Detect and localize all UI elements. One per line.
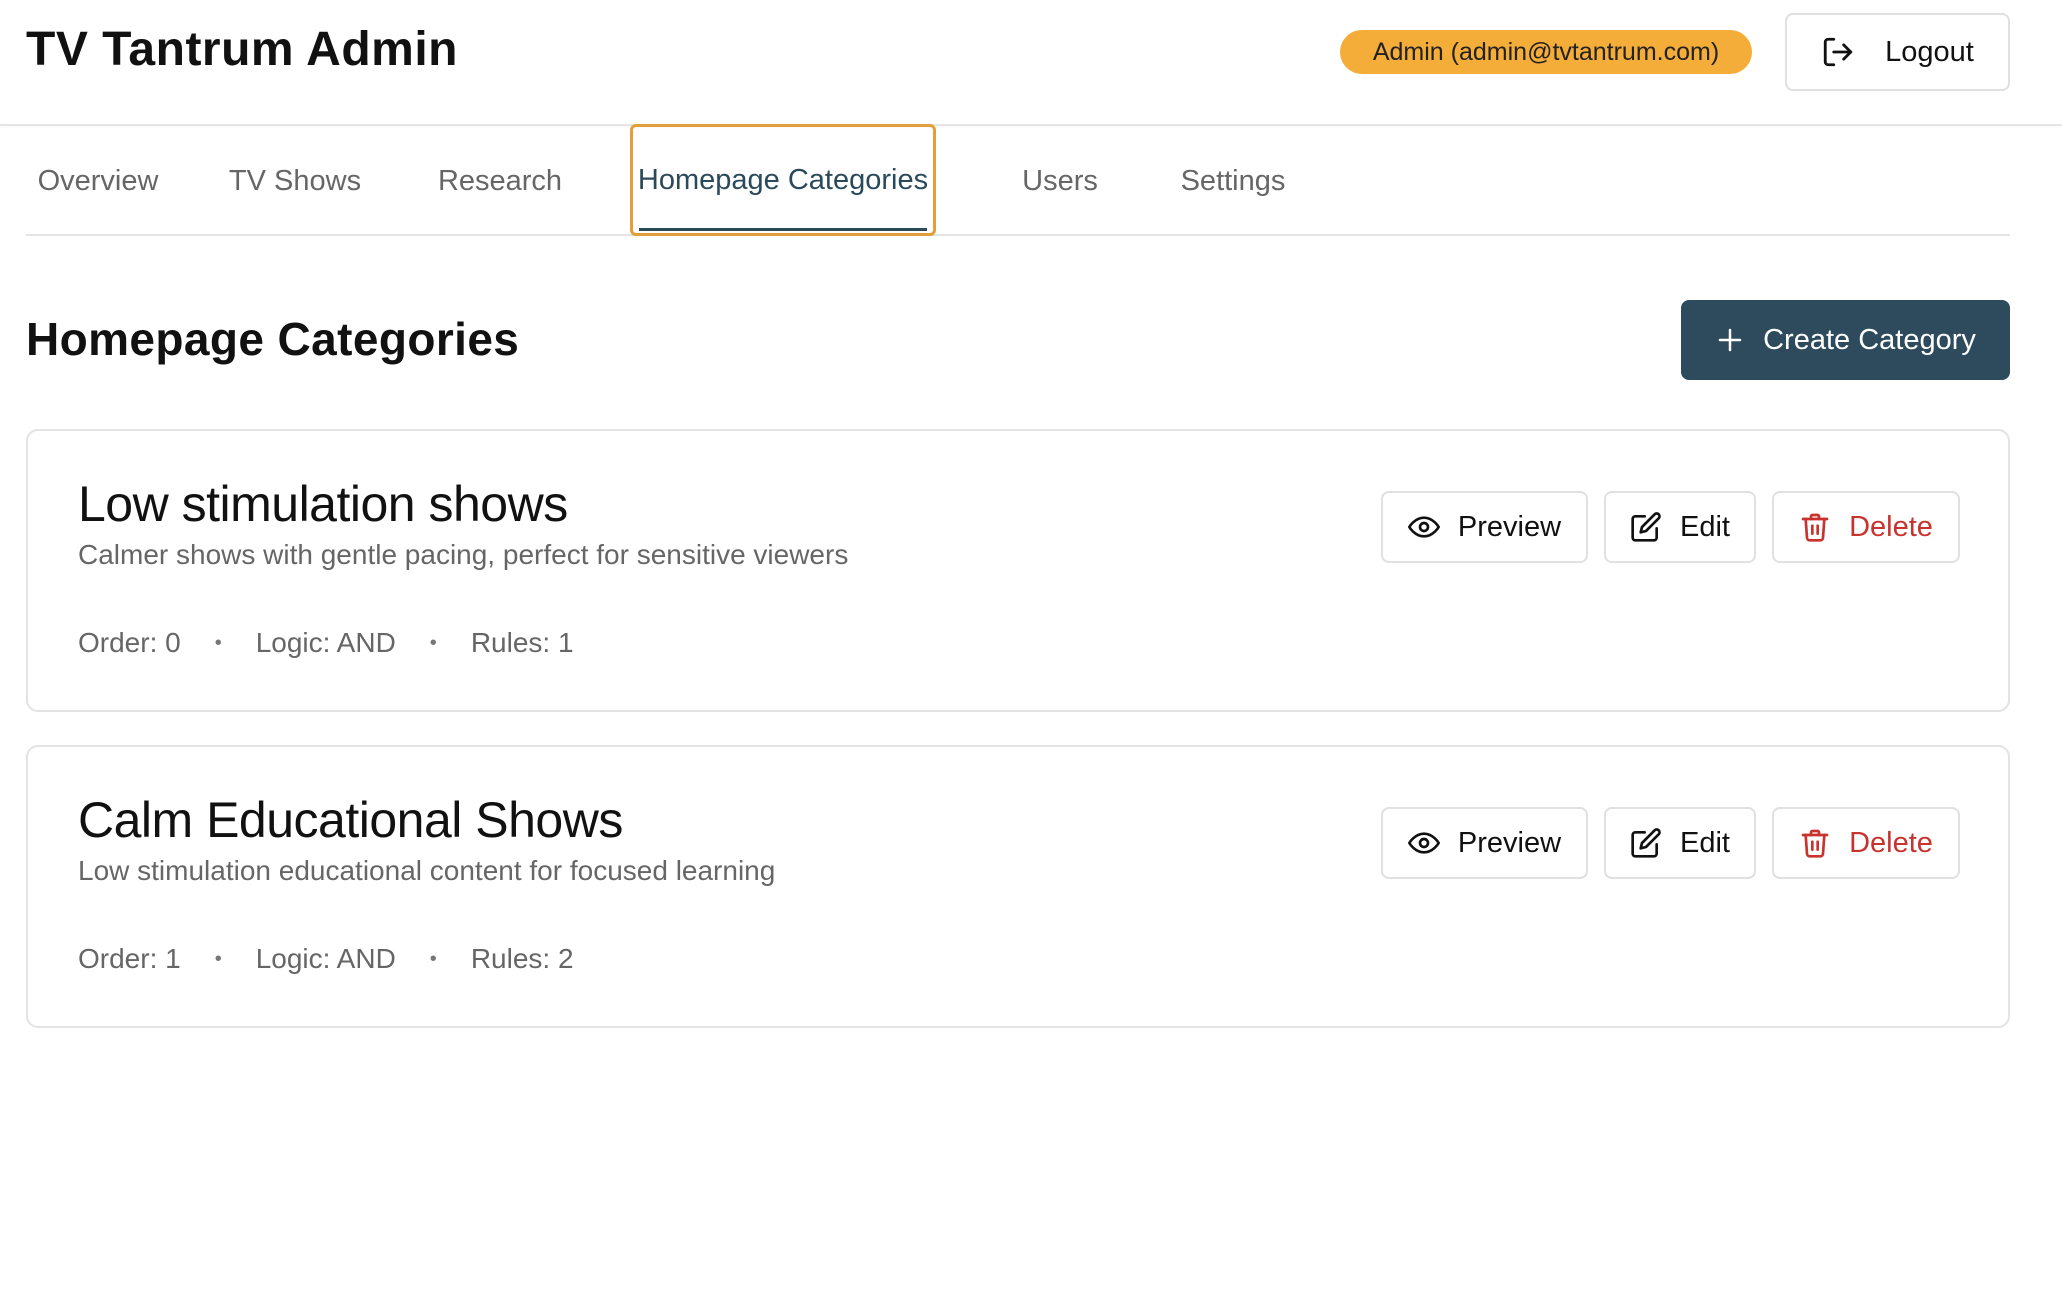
logout-button[interactable]: Logout bbox=[1785, 13, 2010, 91]
tab-users[interactable]: Users bbox=[1004, 126, 1116, 236]
category-actions: Preview Edit Delete bbox=[1381, 807, 1960, 879]
preview-label: Preview bbox=[1457, 510, 1562, 543]
page-title: Homepage Categories bbox=[26, 313, 520, 365]
edit-label: Edit bbox=[1680, 510, 1730, 543]
category-name: Calm Educational Shows bbox=[78, 792, 623, 848]
logout-icon bbox=[1823, 37, 1853, 67]
eye-icon bbox=[1407, 516, 1440, 538]
category-description: Low stimulation educational content for … bbox=[78, 855, 776, 886]
category-card: Calm Educational Shows Low stimulation e… bbox=[26, 745, 2010, 1028]
category-order: Order: 0 bbox=[78, 627, 181, 658]
category-description: Calmer shows with gentle pacing, perfect… bbox=[78, 539, 849, 570]
meta-separator: • bbox=[429, 947, 437, 970]
preview-label: Preview bbox=[1457, 826, 1562, 859]
create-category-button[interactable]: Create Category bbox=[1681, 300, 2010, 380]
category-rules: Rules: 2 bbox=[470, 943, 574, 974]
category-actions: Preview Edit Delete bbox=[1381, 491, 1960, 563]
category-logic: Logic: AND bbox=[255, 943, 396, 974]
preview-button[interactable]: Preview bbox=[1381, 491, 1588, 563]
meta-separator: • bbox=[429, 631, 437, 654]
logout-label: Logout bbox=[1885, 35, 1974, 68]
edit-button[interactable]: Edit bbox=[1604, 807, 1756, 879]
top-bar: TV Tantrum Admin Admin (admin@tvtantrum.… bbox=[0, 0, 2062, 126]
tab-tv-shows[interactable]: TV Shows bbox=[224, 126, 366, 236]
category-meta: Order: 1 • Logic: AND • Rules: 2 bbox=[78, 943, 574, 975]
edit-icon bbox=[1631, 512, 1661, 542]
create-category-label: Create Category bbox=[1763, 323, 1976, 356]
edit-icon bbox=[1631, 828, 1661, 858]
edit-label: Edit bbox=[1680, 826, 1730, 859]
tab-overview[interactable]: Overview bbox=[26, 126, 170, 236]
tab-research[interactable]: Research bbox=[426, 126, 574, 236]
trash-icon bbox=[1801, 513, 1829, 542]
app-title: TV Tantrum Admin bbox=[26, 23, 458, 76]
category-card: Low stimulation shows Calmer shows with … bbox=[26, 429, 2010, 712]
eye-icon bbox=[1407, 832, 1440, 854]
delete-button[interactable]: Delete bbox=[1772, 491, 1960, 563]
category-meta: Order: 0 • Logic: AND • Rules: 1 bbox=[78, 627, 574, 659]
category-rules: Rules: 1 bbox=[470, 627, 574, 658]
admin-tabs: Overview TV Shows Research Homepage Cate… bbox=[26, 124, 2010, 236]
admin-badge: Admin (admin@tvtantrum.com) bbox=[1340, 30, 1752, 74]
plus-icon bbox=[1718, 328, 1742, 352]
category-name: Low stimulation shows bbox=[78, 476, 568, 532]
category-logic: Logic: AND bbox=[255, 627, 396, 658]
preview-button[interactable]: Preview bbox=[1381, 807, 1588, 879]
trash-icon bbox=[1801, 829, 1829, 858]
meta-separator: • bbox=[214, 947, 222, 970]
category-order: Order: 1 bbox=[78, 943, 181, 974]
meta-separator: • bbox=[214, 631, 222, 654]
tab-settings[interactable]: Settings bbox=[1160, 126, 1306, 236]
tab-homepage-categories[interactable]: Homepage Categories bbox=[630, 124, 936, 236]
edit-button[interactable]: Edit bbox=[1604, 491, 1756, 563]
delete-label: Delete bbox=[1849, 826, 1933, 859]
delete-button[interactable]: Delete bbox=[1772, 807, 1960, 879]
delete-label: Delete bbox=[1849, 510, 1933, 543]
